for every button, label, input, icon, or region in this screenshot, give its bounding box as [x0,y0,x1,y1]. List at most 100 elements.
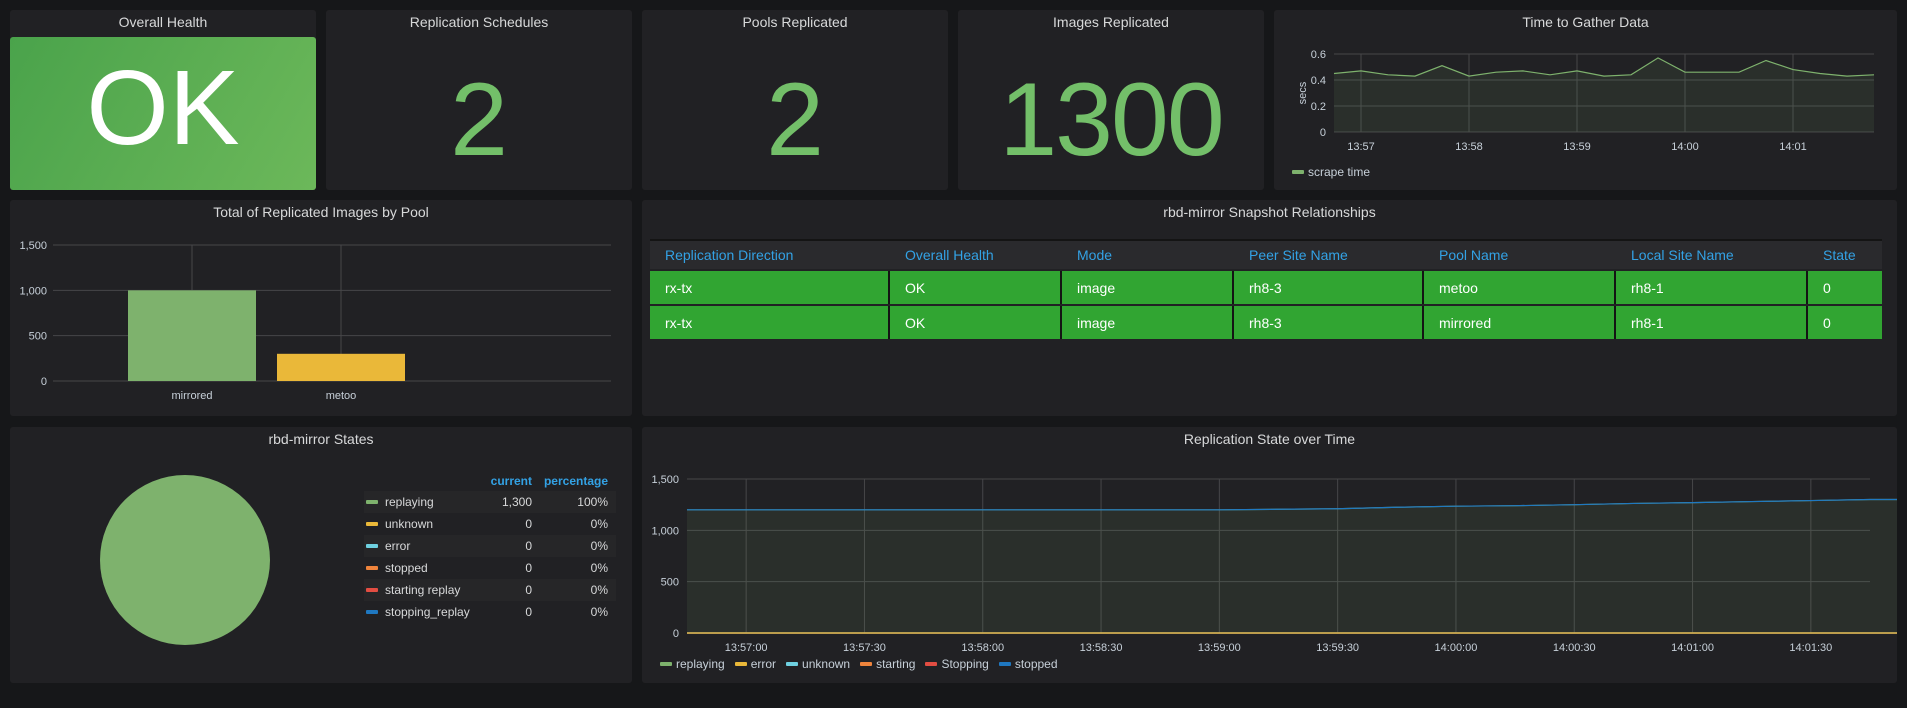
legend-row[interactable]: starting replay 0 0% [364,579,616,601]
legend-item[interactable]: unknown [786,657,850,671]
health-status-box: OK [10,37,316,190]
x-tick-label: 14:01:30 [1789,642,1832,654]
x-tick-label: 13:57:30 [843,642,886,654]
legend-swatch [786,662,799,666]
panel-title: Overall Health [118,14,208,30]
replicated-by-pool-chart[interactable]: 0 500 1,000 1,500 mirrored metoo [10,200,632,416]
column-header[interactable]: Mode [1062,239,1234,269]
pie-slice-replaying [100,475,270,645]
health-value: OK [86,49,240,167]
column-header[interactable]: Local Site Name [1616,239,1808,269]
table-cell: mirrored [1424,306,1616,339]
legend-current-value: 1,300 [501,495,532,509]
x-tick-label: 14:00:00 [1435,642,1478,654]
panel-title: rbd-mirror Snapshot Relationships [1163,204,1376,220]
table-cell: rh8-1 [1616,271,1808,304]
y-tick-label: 500 [661,577,679,589]
y-tick-label: 0 [1320,127,1326,139]
legend-label: stopped [385,561,428,575]
table-row: rx-tx OK image rh8-3 mirrored rh8-1 0 [650,306,1882,339]
x-tick-label: mirrored [172,390,213,402]
table-cell: 0 [1808,306,1882,339]
panel-title: Replication Schedules [409,14,549,30]
legend-row[interactable]: stopping_replay 0 0% [364,601,616,623]
legend-label: stopping_replay [385,605,470,619]
time-to-gather-panel: Time to Gather Data 0 0.2 0.4 0.6 13:57 13:58… [1274,10,1897,190]
table-cell: 0 [1808,271,1882,304]
legend-item[interactable]: starting [860,657,915,671]
legend-label: replaying [385,495,434,509]
legend-item[interactable]: Stopping [925,657,989,671]
states-pie-chart[interactable] [10,427,290,683]
legend-percentage-value: 0% [590,517,608,531]
legend-percentage-value: 100% [577,495,608,509]
legend-item[interactable]: stopped [998,657,1058,671]
legend-label: error [750,657,777,671]
legend-swatch [734,662,747,666]
table-cell: OK [890,271,1062,304]
x-tick-label: 13:58 [1455,141,1483,153]
images-replicated-value: 1300 [999,62,1224,178]
y-tick-label: 0.4 [1311,75,1326,87]
relationships-table: Replication Direction Overall Health Mode P… [650,237,1882,341]
legend-swatch [860,662,873,666]
pools-replicated-panel: Pools Replicated 2 [642,10,948,190]
states-legend-table: current percentage replaying 1,300 100% unk… [364,471,616,623]
y-axis-label: secs [1297,81,1309,104]
table-cell: OK [890,306,1062,339]
table-cell: metoo [1424,271,1616,304]
legend-current-value: 0 [525,583,532,597]
y-tick-label: 1,500 [19,240,47,252]
table-row: rx-tx OK image rh8-3 metoo rh8-1 0 [650,271,1882,304]
table-cell: image [1062,271,1234,304]
x-tick-label: 13:57 [1347,141,1375,153]
legend-swatch [366,522,378,526]
legend-current-value: 0 [525,539,532,553]
rbd-mirror-states-panel: rbd-mirror States current percentage rep… [10,427,632,683]
legend-row[interactable]: error 0 0% [364,535,616,557]
time-to-gather-chart[interactable]: 0 0.2 0.4 0.6 13:57 13:58 13:59 14:00 14:01 secs [1274,10,1897,190]
legend-item[interactable]: replaying [660,657,725,671]
table-header-row: Replication Direction Overall Health Mode P… [650,239,1882,269]
table-cell: rh8-3 [1234,271,1424,304]
legend-label: stopped [1014,657,1058,671]
y-tick-label: 0 [673,628,679,640]
legend-percentage-value: 0% [590,605,608,619]
table-cell: rh8-3 [1234,306,1424,339]
legend-row[interactable]: unknown 0 0% [364,513,616,535]
x-tick-label: 13:59:30 [1316,642,1359,654]
legend-label: starting replay [385,583,461,597]
legend-header-current[interactable]: current [472,471,532,491]
legend-header: current percentage [364,471,616,491]
x-tick-label: 14:01 [1779,141,1807,153]
legend-row[interactable]: replaying 1,300 100% [364,491,616,513]
x-tick-label: 14:01:00 [1671,642,1714,654]
column-header[interactable]: Peer Site Name [1234,239,1424,269]
replication-state-legend: replaying error unknown starting Stopping sto… [660,657,1058,671]
x-tick-label: 13:59 [1563,141,1591,153]
legend-swatch [366,588,378,592]
legend-swatch [998,662,1011,666]
legend-label: Stopping [941,657,989,671]
legend-item[interactable]: error [734,657,777,671]
x-tick-label: 14:00 [1671,141,1699,153]
legend-swatch [660,662,672,666]
table-cell: rx-tx [650,306,890,339]
panel-title: Pools Replicated [742,14,848,30]
column-header[interactable]: State [1808,239,1882,269]
legend-percentage-value: 0% [590,539,608,553]
column-header[interactable]: Replication Direction [650,239,890,269]
replication-schedules-value: 2 [450,62,508,178]
legend-item[interactable]: scrape time [1292,165,1370,179]
legend-row[interactable]: stopped 0 0% [364,557,616,579]
legend-label: starting [876,657,916,671]
column-header[interactable]: Overall Health [890,239,1062,269]
x-tick-label: 13:58:30 [1080,642,1123,654]
replication-state-chart[interactable]: 0 500 1,000 1,500 13:57:00 13:57:30 13:58:00 13… [642,427,1897,683]
table-cell: rx-tx [650,271,890,304]
y-tick-label: 1,000 [19,285,47,297]
legend-header-percentage[interactable]: percentage [532,471,608,491]
pools-replicated-value: 2 [766,62,824,178]
column-header[interactable]: Pool Name [1424,239,1616,269]
replication-schedules-panel: Replication Schedules 2 [326,10,632,190]
